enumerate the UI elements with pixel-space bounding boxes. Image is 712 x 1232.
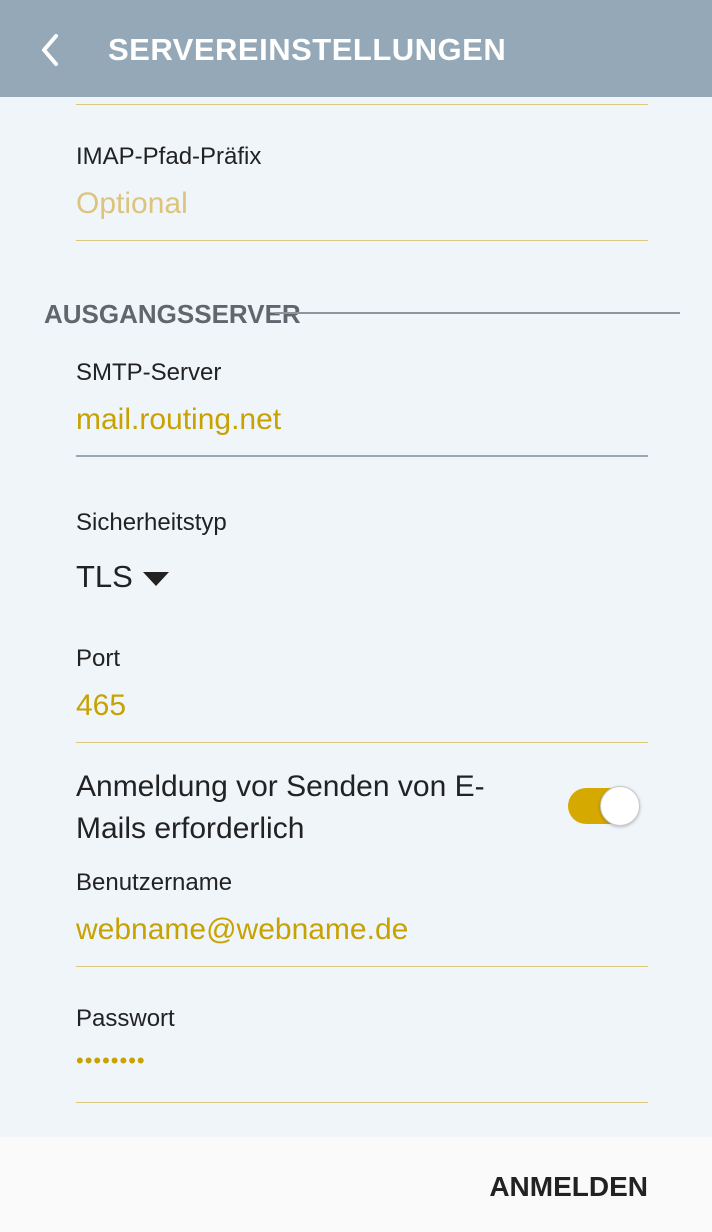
smtp-server-underline-focused <box>76 455 648 457</box>
imap-path-prefix-input[interactable]: Optional <box>76 186 188 222</box>
port-label: Port <box>76 645 121 672</box>
password-label: Passwort <box>76 1005 175 1032</box>
username-label: Benutzername <box>76 869 233 896</box>
app-bar: SERVEREINSTELLUNGEN <box>0 0 712 97</box>
smtp-server-input[interactable]: mail.routing.net <box>76 402 281 438</box>
port-underline <box>76 742 648 743</box>
security-type-label: Sicherheitstyp <box>76 509 227 536</box>
auth-required-toggle[interactable] <box>568 786 642 826</box>
password-underline <box>76 1102 648 1103</box>
username-input[interactable]: webname@webname.de <box>76 912 408 948</box>
dropdown-arrow-icon[interactable] <box>141 570 171 588</box>
outgoing-server-section-header: AUSGANGSSERVER <box>44 299 301 329</box>
signin-button[interactable]: ANMELDEN <box>489 1170 648 1204</box>
section-divider-line <box>275 312 680 314</box>
password-input[interactable]: •••••••• <box>76 1046 146 1076</box>
back-icon[interactable] <box>36 30 66 70</box>
page-title: SERVEREINSTELLUNGEN <box>108 32 507 67</box>
imap-path-prefix-label: IMAP-Pfad-Präfix <box>76 143 262 170</box>
toggle-thumb <box>600 786 640 826</box>
imap-path-prefix-underline <box>76 240 648 241</box>
port-input[interactable]: 465 <box>76 688 126 724</box>
smtp-server-label: SMTP-Server <box>76 359 222 386</box>
field-divider <box>76 104 648 105</box>
username-underline <box>76 966 648 967</box>
security-type-select[interactable]: TLS <box>76 558 133 596</box>
auth-required-label: Anmeldung vor Senden von E-Mails erforde… <box>76 770 485 845</box>
